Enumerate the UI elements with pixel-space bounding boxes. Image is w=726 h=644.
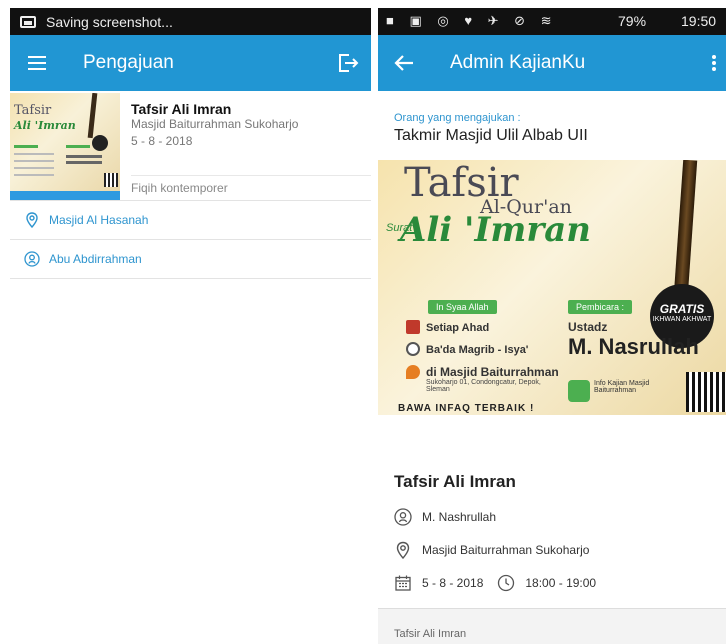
card-title: Tafsir Ali Imran — [131, 101, 232, 117]
left-screen: Saving screenshot... Pengajuan Tafsir Al… — [10, 8, 371, 644]
status-bar: ■ ▣ ◎ ♥ ✈ ⊘ ≋ 79% 19:50 — [378, 8, 726, 35]
clock-icon — [498, 574, 515, 592]
event-venue: Masjid Baiturrahman Sukoharjo — [422, 543, 590, 557]
status-icons: ■ ▣ ◎ ♥ ✈ ⊘ ≋ — [386, 13, 558, 28]
card-date: 5 - 8 - 2018 — [131, 134, 193, 148]
bottom-section: Tafsir Ali Imran — [378, 608, 726, 644]
event-speaker: M. Nashrullah — [422, 510, 497, 524]
list-item-label: Abu Abdirrahman — [49, 252, 142, 266]
screenshot-icon — [20, 15, 36, 28]
clock-icon — [406, 342, 420, 356]
event-date: 5 - 8 - 2018 — [422, 576, 484, 590]
event-time: 18:00 - 19:00 — [525, 576, 597, 590]
submitter-name: Takmir Masjid Ulil Albab UII — [394, 127, 588, 144]
location-icon — [396, 541, 410, 559]
speaker-icon — [24, 251, 40, 267]
list-item-speaker[interactable]: Abu Abdirrahman — [10, 240, 371, 279]
card-venue: Masjid Baiturrahman Sukoharjo — [131, 117, 299, 131]
event-title: Tafsir Ali Imran — [394, 472, 516, 491]
card-category: Fiqih kontemporer — [131, 181, 228, 195]
battery-level: 79% — [618, 13, 647, 29]
qr-code — [686, 372, 726, 412]
divider — [131, 175, 371, 176]
whatsapp-icon — [568, 380, 590, 402]
event-venue-row: Masjid Baiturrahman Sukoharjo — [394, 541, 589, 559]
event-poster: Tafsir Al-Qur'an Surat Ali 'Imran GRATIS… — [378, 160, 726, 415]
event-speaker-row: M. Nashrullah — [394, 508, 496, 526]
submission-card[interactable]: Tafsir Ali 'Imran Tafsir Ali Imran Masji… — [10, 91, 371, 201]
calendar-icon — [406, 320, 420, 334]
footer-title: Tafsir Ali Imran — [394, 628, 467, 640]
page-title: Pengajuan — [83, 52, 174, 73]
status-bar: Saving screenshot... — [10, 8, 371, 35]
right-screen: ■ ▣ ◎ ♥ ✈ ⊘ ≋ 79% 19:50 Admin KajianKu O… — [378, 8, 726, 644]
location-icon — [26, 212, 38, 228]
poster-thumbnail: Tafsir Ali 'Imran — [10, 93, 120, 200]
submitter-label: Orang yang mengajukan : — [394, 112, 521, 124]
page-title: Admin KajianKu — [450, 52, 586, 73]
list-item-label: Masjid Al Hasanah — [49, 213, 149, 227]
event-datetime-row: 5 - 8 - 2018 18:00 - 19:00 — [394, 574, 596, 592]
calendar-icon — [395, 575, 411, 591]
app-bar: Pengajuan — [10, 35, 371, 91]
logout-icon[interactable] — [337, 53, 359, 73]
app-bar: Admin KajianKu — [378, 35, 726, 91]
clock: 19:50 — [681, 13, 717, 29]
status-notification: Saving screenshot... — [46, 13, 173, 30]
menu-icon[interactable] — [28, 56, 46, 70]
location-icon — [406, 365, 420, 379]
more-options-icon[interactable] — [712, 55, 716, 71]
list-item-location[interactable]: Masjid Al Hasanah — [10, 201, 371, 240]
speaker-icon — [394, 508, 412, 526]
back-arrow-icon[interactable] — [394, 54, 414, 72]
